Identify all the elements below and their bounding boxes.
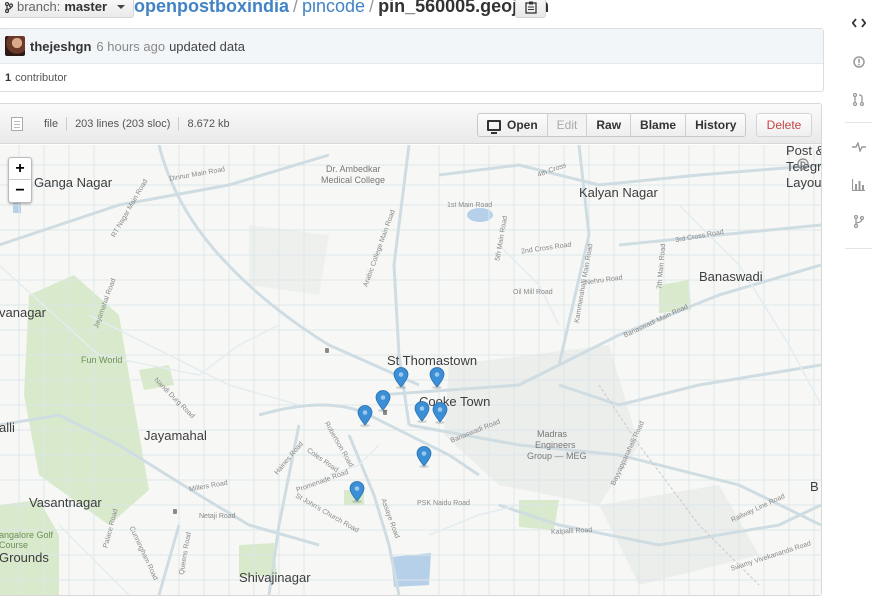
commit-header: thejeshgn 6 hours ago updated data <box>0 29 823 64</box>
zoom-control: + − <box>8 157 32 203</box>
copy-path-button[interactable] <box>515 0 546 18</box>
area-label: Layou <box>786 175 821 190</box>
poi-label: Medical College <box>321 175 386 185</box>
rail-divider <box>845 248 872 249</box>
map-marker[interactable] <box>416 446 432 468</box>
poi-label: Fun World <box>81 355 123 365</box>
map-marker[interactable] <box>393 367 409 389</box>
area-label: Vasantnagar <box>29 495 102 510</box>
poi-label: Dr. Ambedkar <box>326 164 381 174</box>
file-viewer: file 203 lines (203 sloc) 8.672 kb Open … <box>0 103 822 596</box>
area-label: B <box>810 479 819 494</box>
area-label: vanagar <box>0 305 46 320</box>
geojson-map[interactable]: Ganga Nagar Kalyan Nagar Banaswadi St Th… <box>0 145 821 595</box>
commit-message[interactable]: updated data <box>169 39 245 54</box>
breadcrumb-dir-link[interactable]: pincode <box>302 0 365 16</box>
branch-label: branch: <box>17 0 61 14</box>
issues-icon[interactable] <box>845 51 872 73</box>
road-label: Oil Mill Road <box>513 289 553 296</box>
history-button[interactable]: History <box>686 114 745 136</box>
map-marker[interactable] <box>432 402 448 424</box>
avatar[interactable] <box>5 36 25 56</box>
raw-button[interactable]: Raw <box>587 114 632 136</box>
layers-icon[interactable] <box>796 157 810 171</box>
network-icon[interactable] <box>845 210 872 232</box>
delete-button[interactable]: Delete <box>756 113 812 137</box>
zoom-out-button[interactable]: − <box>9 180 31 202</box>
area-label: Banaswadi <box>699 269 763 284</box>
rail-divider <box>845 122 872 123</box>
repo-header: branch: master openpostboxindia / pincode /… <box>0 0 830 22</box>
area-label: Ganga Nagar <box>34 175 113 190</box>
breadcrumb-separator: / <box>293 0 299 16</box>
contributor-count: 1 <box>5 72 12 84</box>
map-marker[interactable] <box>349 481 365 503</box>
land-block <box>444 345 639 505</box>
branch-icon <box>5 1 13 13</box>
zoom-in-button[interactable]: + <box>9 158 31 180</box>
area-label: Grounds <box>0 550 49 565</box>
area-label: Shivajinagar <box>239 570 311 585</box>
area-label: Kalyan Nagar <box>579 185 658 200</box>
repo-nav-rail <box>845 8 872 248</box>
file-actions: Open Edit Raw Blame History <box>477 113 747 137</box>
edit-button[interactable]: Edit <box>547 114 588 136</box>
land-block <box>249 225 329 295</box>
area-label: St Thomastown <box>387 353 478 368</box>
breadcrumb-separator: / <box>369 0 375 16</box>
open-button[interactable]: Open <box>478 114 548 136</box>
branch-selector[interactable]: branch: master <box>0 0 135 18</box>
pull-requests-icon[interactable] <box>845 88 872 110</box>
monitor-icon <box>487 119 501 134</box>
poi-label: Engineers <box>535 440 576 450</box>
area-label: Jayamahal <box>144 428 207 443</box>
road-label: 1st Main Road <box>447 202 493 209</box>
map-marker[interactable] <box>357 405 373 427</box>
clipboard-icon <box>524 1 537 14</box>
contributor-label: contributor <box>15 72 68 84</box>
road-label: PSK Naidu Road <box>417 500 470 507</box>
breadcrumb: openpostboxindia / pincode / pin_560005.geoj… <box>134 0 549 17</box>
map-marker[interactable] <box>429 367 445 389</box>
graphs-icon[interactable] <box>845 174 872 196</box>
blame-button[interactable]: Blame <box>631 114 687 136</box>
latest-commit-box: thejeshgn 6 hours ago updated data 1 con… <box>0 28 824 92</box>
poi-label: Group — MEG <box>527 451 587 461</box>
breadcrumb-repo-link[interactable]: openpostboxindia <box>134 0 289 16</box>
poi-label: angalore Golf <box>0 530 54 540</box>
file-icon <box>11 116 23 131</box>
poi-label: Course <box>0 540 29 550</box>
branch-name: master <box>64 0 108 14</box>
chevron-down-icon <box>117 5 126 9</box>
file-header: file 203 lines (203 sloc) 8.672 kb Open … <box>0 104 821 144</box>
map-marker[interactable] <box>414 401 430 423</box>
open-label: Open <box>507 118 538 132</box>
commit-time: 6 hours ago <box>96 38 166 54</box>
map-marker[interactable] <box>375 390 391 412</box>
road-label: Netaji Road <box>199 513 236 520</box>
poi-label: Madras <box>537 429 568 439</box>
file-size: 8.672 kb <box>187 117 230 130</box>
commit-author[interactable]: thejeshgn <box>30 39 91 54</box>
file-mode: file <box>36 116 68 131</box>
pulse-icon[interactable] <box>845 136 872 158</box>
area-label: alli <box>0 420 15 435</box>
file-lines: 203 lines (203 sloc) <box>67 116 180 131</box>
contributors-line[interactable]: 1 contributor <box>0 64 823 92</box>
code-icon[interactable] <box>845 12 872 34</box>
